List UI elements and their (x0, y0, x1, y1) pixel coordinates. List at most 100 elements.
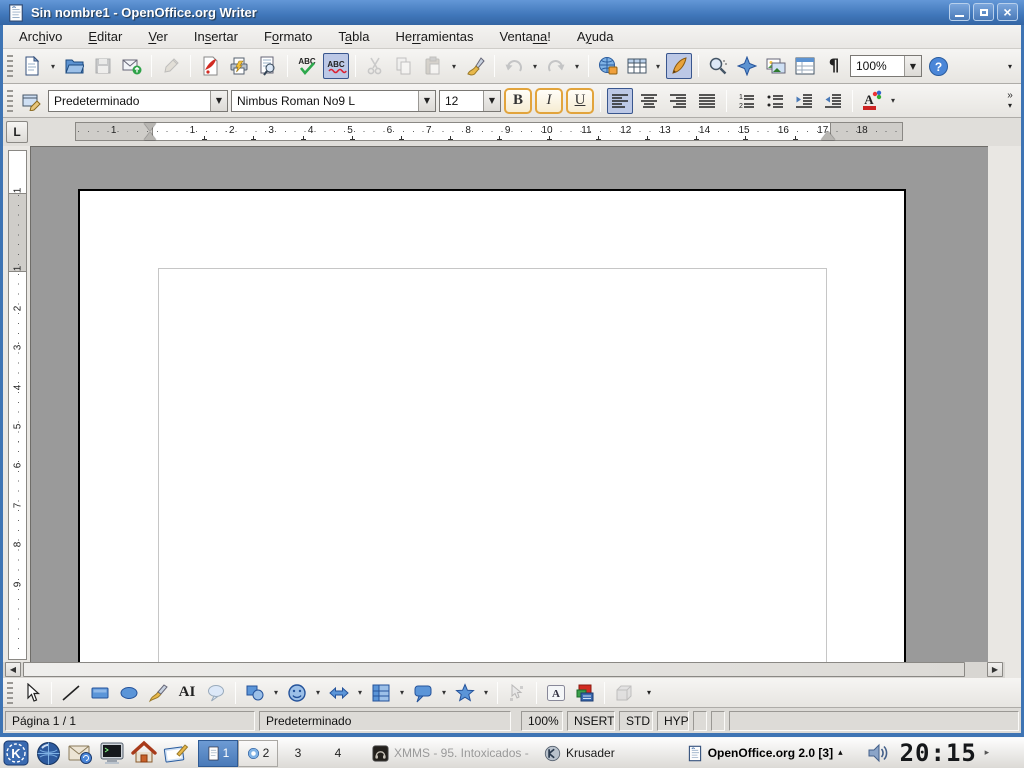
undo-button[interactable] (501, 53, 527, 79)
callouts-button[interactable] (410, 680, 436, 706)
new-document-button[interactable] (19, 53, 45, 79)
insert-table-dropdown[interactable]: ▾ (653, 53, 663, 79)
page-preview-button[interactable] (255, 53, 281, 79)
zoom-combobox[interactable]: 100% ▼ (850, 55, 922, 77)
basic-shapes-dropdown[interactable]: ▾ (271, 680, 281, 706)
hyperlink-button[interactable] (595, 53, 621, 79)
font-name-combobox[interactable]: Nimbus Roman No9 L ▼ (231, 90, 436, 112)
toolbar-overflow-button[interactable]: » ▾ (1003, 91, 1017, 110)
left-indent-marker[interactable] (144, 132, 156, 140)
page-style-cell[interactable]: Predeterminado (259, 711, 511, 731)
scroll-left-button[interactable]: ◀ (5, 662, 21, 677)
select-button[interactable] (19, 680, 45, 706)
close-button[interactable]: × (997, 3, 1018, 21)
menu-editar[interactable]: Editar (78, 26, 132, 47)
vertical-callout-button[interactable] (203, 680, 229, 706)
flowchart-button[interactable] (368, 680, 394, 706)
zoom-dropdown[interactable]: ▼ (904, 56, 921, 76)
data-sources-button[interactable] (792, 53, 818, 79)
stars-button[interactable] (452, 680, 478, 706)
home-launcher[interactable] (129, 739, 159, 767)
fontwork-button[interactable]: A (543, 680, 569, 706)
menu-tabla[interactable]: Tabla (328, 26, 379, 47)
page[interactable] (78, 189, 906, 662)
minimize-button[interactable] (949, 3, 970, 21)
numbered-list-button[interactable]: 12 (733, 88, 759, 114)
menu-ver[interactable]: Ver (138, 26, 178, 47)
task-krusader[interactable]: Krusader (538, 740, 621, 767)
insert-mode-cell[interactable]: NSERT (567, 711, 615, 731)
decrease-indent-button[interactable] (791, 88, 817, 114)
styles-button[interactable] (19, 88, 45, 114)
workspace-4[interactable]: 4 (318, 740, 358, 767)
menu-insertar[interactable]: Insertar (184, 26, 248, 47)
callouts-dropdown[interactable]: ▾ (439, 680, 449, 706)
block-arrows-dropdown[interactable]: ▾ (355, 680, 365, 706)
spellcheck-button[interactable]: ABC (294, 53, 320, 79)
formatting-marks-button[interactable]: ¶ (821, 53, 847, 79)
bullet-list-button[interactable] (762, 88, 788, 114)
justify-button[interactable] (694, 88, 720, 114)
font-size-combobox[interactable]: 12 ▼ (439, 90, 501, 112)
bold-button[interactable]: B (504, 88, 532, 114)
text-box-button[interactable]: AI (174, 680, 200, 706)
font-color-button[interactable]: A (859, 88, 885, 114)
zoom-cell[interactable]: 100% (521, 711, 563, 731)
symbol-shapes-button[interactable] (284, 680, 310, 706)
insert-table-button[interactable] (624, 53, 650, 79)
new-document-dropdown[interactable]: ▾ (48, 53, 58, 79)
italic-button[interactable]: I (535, 88, 563, 114)
autospellcheck-button[interactable]: ABC (323, 53, 349, 79)
print-button[interactable] (226, 53, 252, 79)
increase-indent-button[interactable] (820, 88, 846, 114)
hyperlink-mode-cell[interactable]: HYP (657, 711, 689, 731)
workspace-3[interactable]: 3 (278, 740, 318, 767)
toolbar-overflow-button[interactable]: ▾ (642, 688, 656, 697)
undo-dropdown[interactable]: ▾ (530, 53, 540, 79)
line-button[interactable] (58, 680, 84, 706)
toolbar-grip[interactable] (7, 55, 13, 77)
help-button[interactable]: ? (925, 53, 951, 79)
toolbar-overflow-button[interactable]: ▾ (1003, 62, 1017, 71)
basic-shapes-button[interactable] (242, 680, 268, 706)
selection-mode-cell[interactable]: STD (619, 711, 653, 731)
panel-hide-button[interactable]: ▸ (981, 739, 993, 767)
find-replace-button[interactable] (705, 53, 731, 79)
gallery-button[interactable] (763, 53, 789, 79)
edit-file-button[interactable] (158, 53, 184, 79)
scroll-right-button[interactable]: ▶ (987, 662, 1003, 677)
align-right-button[interactable] (665, 88, 691, 114)
export-pdf-button[interactable] (197, 53, 223, 79)
paragraph-style-dropdown[interactable]: ▼ (210, 91, 227, 111)
menu-archivo[interactable]: Archivo (9, 26, 72, 47)
task-xmms[interactable]: XMMS - 95. Intoxicados - Se (366, 740, 538, 767)
terminal-launcher[interactable] (97, 739, 127, 767)
redo-button[interactable] (543, 53, 569, 79)
tab-type-button[interactable]: L (6, 121, 28, 143)
taskbar-clock[interactable]: 20:15 (900, 739, 977, 767)
paragraph-style-combobox[interactable]: Predeterminado ▼ (48, 90, 228, 112)
task-openoffice[interactable]: OpenOffice.org 2.0 [3] ▴ (681, 740, 849, 767)
format-paintbrush-button[interactable] (462, 53, 488, 79)
edit-points-button[interactable] (504, 680, 530, 706)
toolbar-grip[interactable] (7, 90, 13, 112)
workspace-1[interactable]: 1 (198, 740, 238, 767)
freeform-line-button[interactable] (145, 680, 171, 706)
menu-herramientas[interactable]: Herramientas (385, 26, 483, 47)
insert-from-file-button[interactable] (572, 680, 598, 706)
open-button[interactable] (61, 53, 87, 79)
maximize-button[interactable] (973, 3, 994, 21)
flowchart-dropdown[interactable]: ▾ (397, 680, 407, 706)
menu-ayuda[interactable]: Ayuda (567, 26, 624, 47)
save-button[interactable] (90, 53, 116, 79)
document-canvas[interactable]: ▲ ▼ ▲▲ ▼▼ (30, 146, 988, 662)
redo-dropdown[interactable]: ▾ (572, 53, 582, 79)
toolbar-grip[interactable] (7, 682, 13, 704)
notes-launcher[interactable] (161, 739, 191, 767)
underline-button[interactable]: U (566, 88, 594, 114)
horizontal-scroll-thumb[interactable] (23, 662, 965, 677)
volume-button[interactable] (863, 739, 893, 767)
navigator-button[interactable] (734, 53, 760, 79)
draw-functions-button[interactable] (666, 53, 692, 79)
rectangle-button[interactable] (87, 680, 113, 706)
